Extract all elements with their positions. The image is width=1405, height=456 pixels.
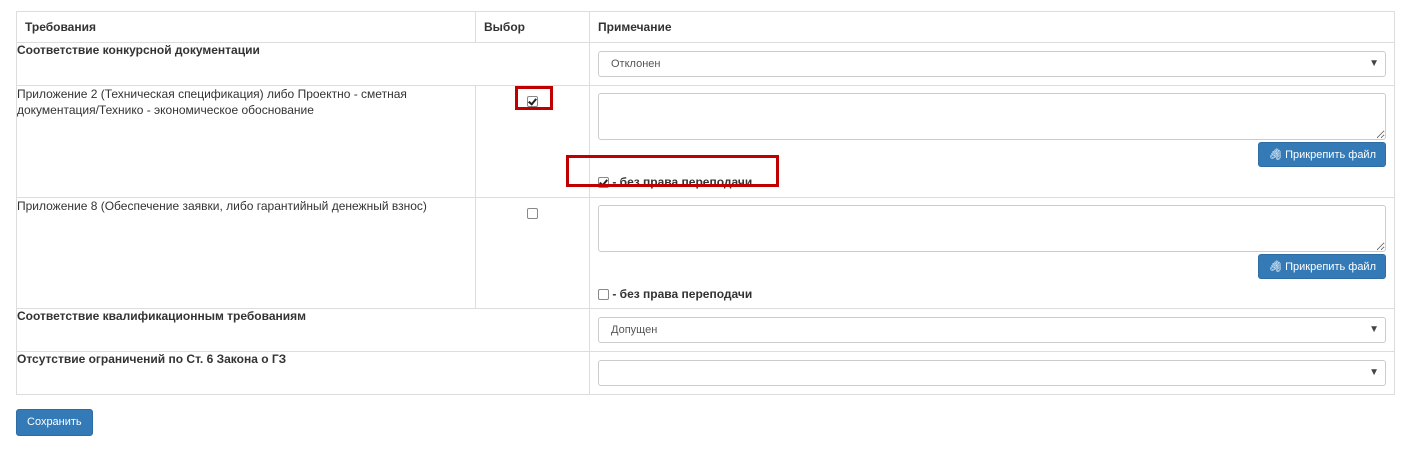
- select-checkbox[interactable]: [527, 208, 538, 220]
- status-select-value: Отклонен: [611, 58, 661, 70]
- save-button[interactable]: Сохранить: [16, 409, 93, 436]
- attach-file-label: Прикрепить файл: [1285, 261, 1376, 273]
- header-note: Примечание: [589, 11, 1395, 43]
- note-cell: ▼: [589, 351, 1395, 395]
- table-row: Отсутствие ограничений по Ст. 6 Закона о…: [16, 351, 1395, 395]
- header-choice: Выбор: [475, 11, 590, 43]
- header-requirements: Требования: [16, 11, 476, 43]
- note-cell: Отклонен ▼: [589, 42, 1395, 86]
- no-resubmit-option: - без права переподачи: [590, 281, 1394, 301]
- requirement-text: Приложение 2 (Техническая спецификация) …: [17, 87, 407, 117]
- requirement-title: Отсутствие ограничений по Ст. 6 Закона о…: [17, 352, 287, 366]
- note-textarea[interactable]: [598, 93, 1386, 140]
- choice-cell: [475, 197, 590, 309]
- requirement-title: Соответствие квалификационным требования…: [17, 309, 307, 323]
- no-resubmit-checkbox[interactable]: [598, 289, 609, 301]
- status-select-value: Допущен: [611, 324, 658, 336]
- note-cell: 🖇 Прикрепить файл - без права переподачи: [589, 197, 1395, 309]
- note-cell: Допущен ▼: [589, 308, 1395, 352]
- paperclip-icon: 🖇: [1268, 261, 1283, 273]
- dropdown-arrow-icon: ▼: [1369, 58, 1379, 69]
- requirement-cell: Соответствие конкурсной документации: [16, 42, 590, 86]
- no-resubmit-label: - без права переподачи: [612, 287, 753, 301]
- requirement-title: Соответствие конкурсной документации: [17, 43, 260, 57]
- requirement-text: Приложение 8 (Обеспечение заявки, либо г…: [17, 199, 427, 213]
- table-header-row: Требования Выбор Примечание: [16, 11, 1395, 43]
- requirements-table: Требования Выбор Примечание Соответствие…: [16, 11, 1395, 395]
- dropdown-arrow-icon: ▼: [1369, 367, 1379, 378]
- status-select[interactable]: Допущен ▼: [598, 317, 1386, 343]
- highlight-box-no-resubmit: [566, 155, 779, 187]
- status-select[interactable]: Отклонен ▼: [598, 51, 1386, 77]
- note-textarea[interactable]: [598, 205, 1386, 252]
- attach-file-label: Прикрепить файл: [1285, 149, 1376, 161]
- attach-file-button[interactable]: 🖇 Прикрепить файл: [1258, 142, 1386, 167]
- requirement-cell: Приложение 8 (Обеспечение заявки, либо г…: [16, 197, 476, 309]
- table-row: Соответствие конкурсной документации Отк…: [16, 42, 1395, 86]
- table-row: Приложение 8 (Обеспечение заявки, либо г…: [16, 197, 1395, 309]
- highlight-box-checkbox: [515, 86, 553, 110]
- attach-file-button[interactable]: 🖇 Прикрепить файл: [1258, 254, 1386, 279]
- requirement-cell: Соответствие квалификационным требования…: [16, 308, 590, 352]
- requirement-cell: Приложение 2 (Техническая спецификация) …: [16, 85, 476, 198]
- table-row: Соответствие квалификационным требования…: [16, 308, 1395, 352]
- requirement-cell: Отсутствие ограничений по Ст. 6 Закона о…: [16, 351, 590, 395]
- dropdown-arrow-icon: ▼: [1369, 324, 1379, 335]
- status-select[interactable]: ▼: [598, 360, 1386, 386]
- paperclip-icon: 🖇: [1268, 149, 1283, 161]
- requirements-panel: Требования Выбор Примечание Соответствие…: [16, 11, 1395, 395]
